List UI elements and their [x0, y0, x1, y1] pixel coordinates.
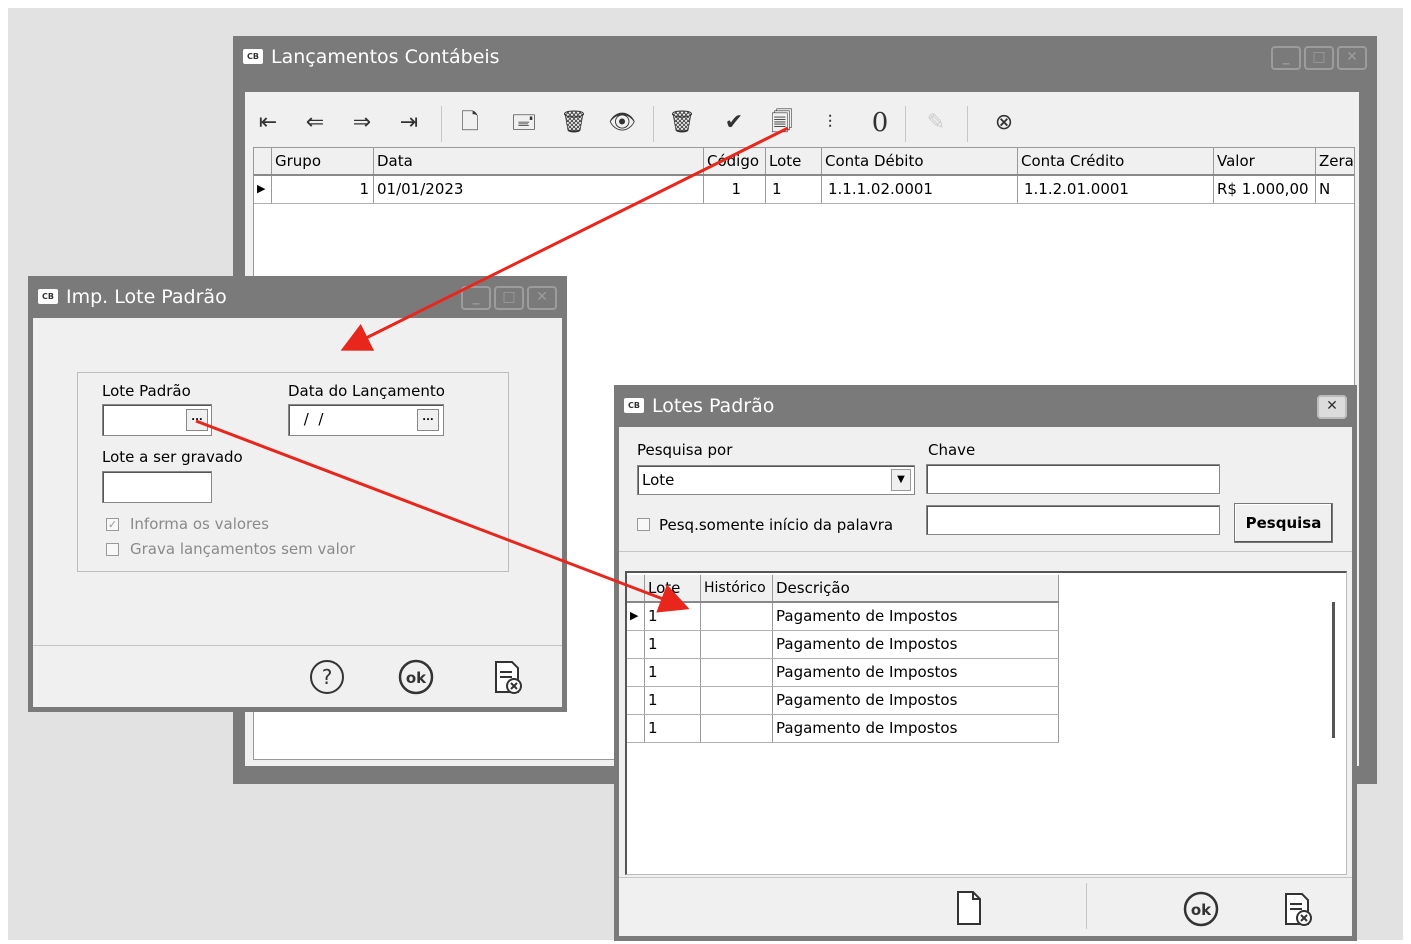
annotation-arrows [195, 126, 789, 613]
annotation-arrow [195, 419, 690, 613]
annotation-arrow [340, 126, 789, 351]
